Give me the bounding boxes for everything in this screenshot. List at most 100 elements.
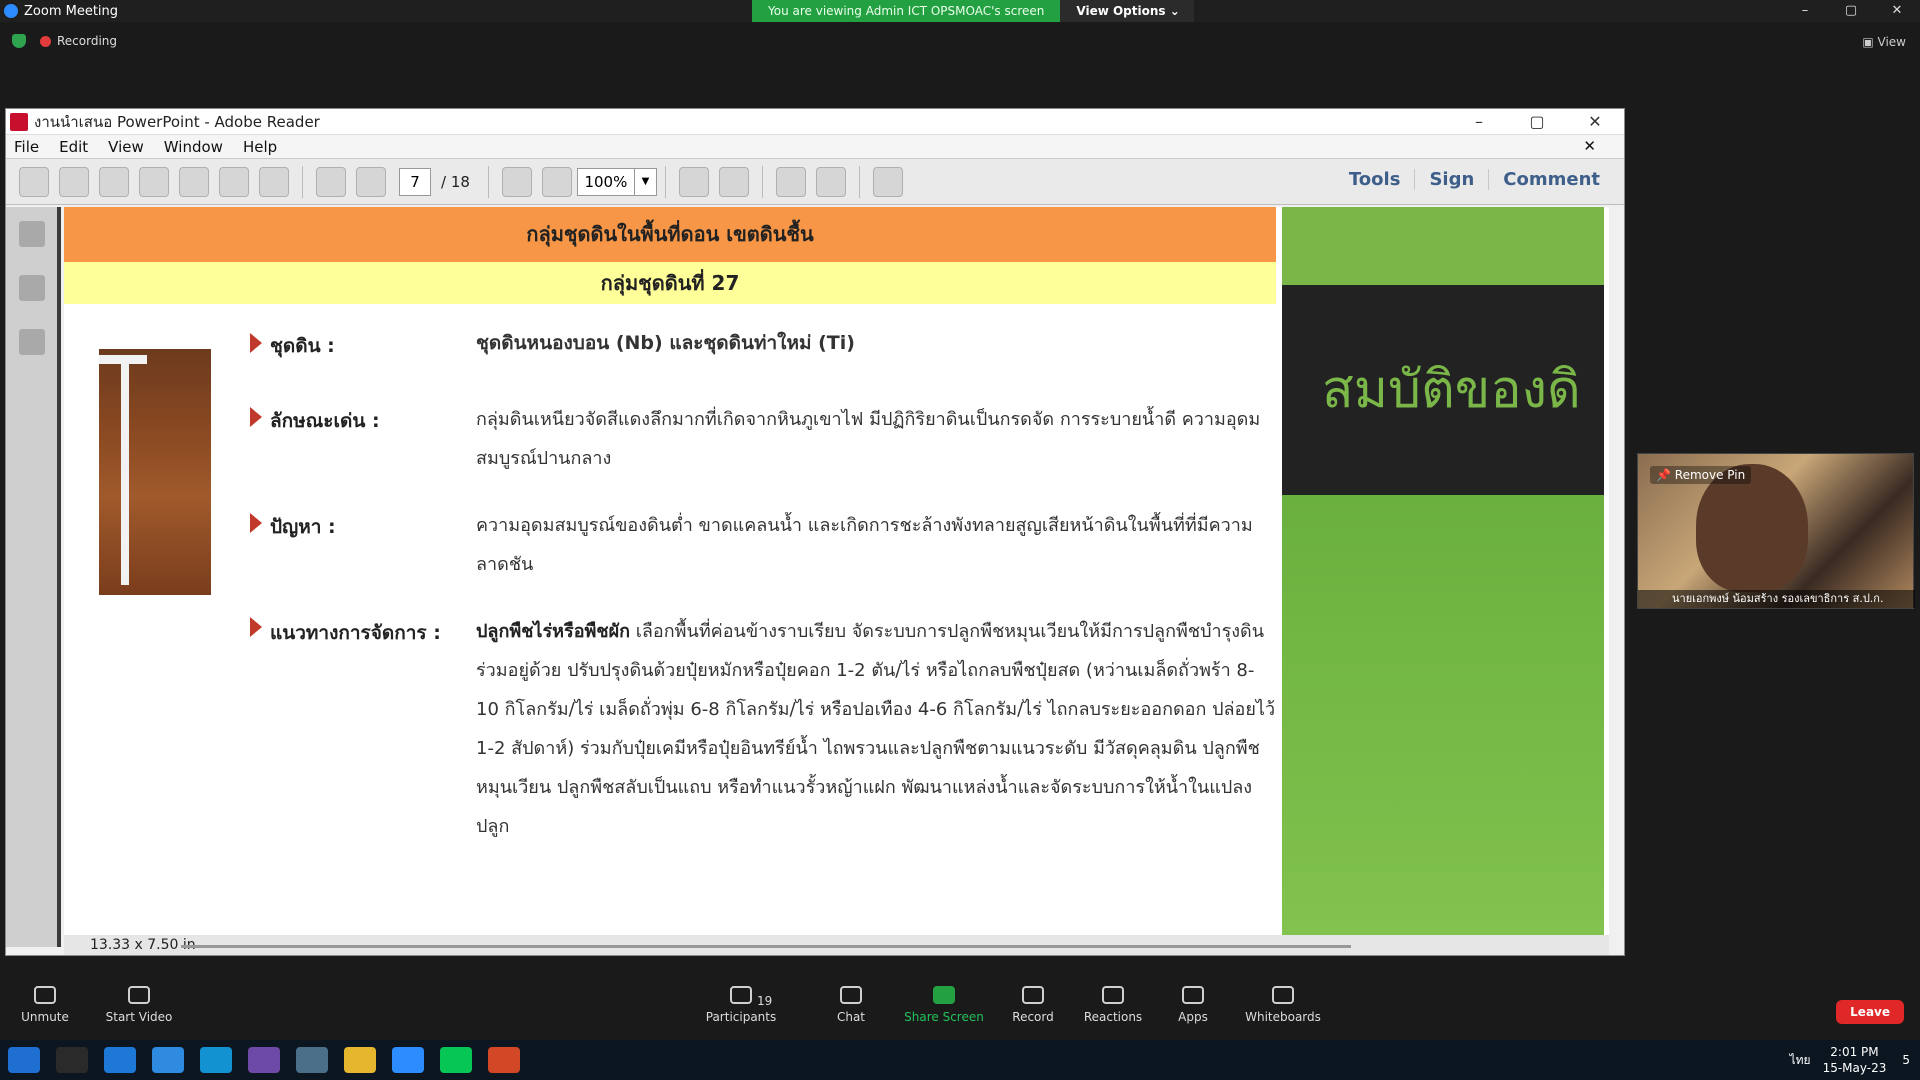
share-screen-button[interactable]: Share Screen [899,986,989,1024]
remove-pin-label: Remove Pin [1674,468,1746,482]
viewing-banner-text: You are viewing Admin ICT OPSMOAC's scre… [752,0,1061,22]
reader-restore-button[interactable]: ▢ [1508,112,1566,131]
zoom-meeting-controls: Unmute Start Video Participants Chat Sha… [0,980,1920,1040]
apps-button[interactable]: Apps [1148,986,1238,1024]
fit-width-icon[interactable] [678,166,709,197]
horizontal-scrollbar[interactable] [181,945,1351,948]
menu-file[interactable]: File [14,138,39,156]
reader-minimize-button[interactable]: – [1450,112,1508,131]
whiteboards-button[interactable]: Whiteboards [1238,986,1328,1024]
open-file-icon[interactable] [19,166,49,197]
document-view[interactable]: กลุ่มชุดดินในพื้นที่ดอน เขตดินชื้น กลุ่ม… [64,207,1609,935]
save-icon[interactable] [179,166,209,197]
attachment-icon[interactable] [18,329,45,355]
edge-icon[interactable] [200,1047,232,1073]
comment-icon[interactable] [775,166,806,197]
zoom-logo-icon [4,4,18,18]
zoom-in-icon[interactable] [541,166,572,197]
participant-video-tile[interactable]: 📌 Remove Pin นายเอกพงษ์ น้อมสร้าง รองเลข… [1637,453,1915,609]
powerpoint-icon[interactable] [488,1047,520,1073]
snipping-icon[interactable] [248,1047,280,1073]
slide-header-yellow: กลุ่มชุดดินที่ 27 [64,262,1276,304]
close-button[interactable]: ✕ [1874,0,1920,22]
line-icon[interactable] [440,1047,472,1073]
page-thumbnails-icon[interactable] [18,221,45,247]
close-document-button[interactable]: ✕ [1583,137,1596,155]
reader-titlebar: งานนำเสนอ PowerPoint - Adobe Reader – ▢ … [6,109,1624,135]
minimize-button[interactable]: – [1782,0,1828,22]
bullet-arrow-icon [250,407,262,427]
previous-page-icon[interactable] [316,166,346,197]
unmute-button[interactable]: Unmute [0,986,90,1024]
chat-label: Chat [836,1010,866,1024]
security-shield-icon[interactable] [12,34,26,48]
soil-profile-image [99,349,211,595]
input-language[interactable]: ไทย [1790,1051,1811,1070]
participants-label: Participants [705,1010,777,1024]
record-button[interactable]: Record [988,986,1078,1024]
highlight-icon[interactable] [815,166,846,197]
comment-tab[interactable]: Comment [1488,169,1614,190]
calendar-icon[interactable] [152,1047,184,1073]
menu-window[interactable]: Window [164,138,223,156]
calculator-icon[interactable] [296,1047,328,1073]
mail-icon[interactable] [104,1047,136,1073]
chat-icon [840,986,862,1004]
task-view-icon[interactable] [56,1047,88,1073]
toolbar-panes: Tools Sign Comment [1335,169,1614,190]
leave-button[interactable]: Leave [1836,1000,1904,1024]
bookmark-icon[interactable] [18,275,45,301]
clock[interactable]: 2:01 PM 15-May-23 [1823,1044,1887,1076]
menu-edit[interactable]: Edit [59,138,88,156]
chat-button[interactable]: Chat [806,986,896,1024]
whiteboard-icon [1272,986,1294,1004]
create-pdf-icon[interactable] [59,166,89,197]
zoom-out-icon[interactable] [501,166,532,197]
upload-cloud-icon[interactable] [139,166,169,197]
print-icon[interactable] [219,166,249,197]
row-value: ชุดดินหนองบอน (Nb) และชุดดินท่าใหม่ (Ti) [476,332,855,354]
menu-view[interactable]: View [108,138,144,156]
email-icon[interactable] [259,166,289,197]
edit-pdf-icon[interactable] [99,166,129,197]
zoom-level-input[interactable]: 100% [576,167,635,196]
tools-tab[interactable]: Tools [1335,169,1415,190]
menu-help[interactable]: Help [243,138,277,156]
zoom-taskbar-icon[interactable] [392,1047,424,1073]
bullet-arrow-icon [250,513,262,533]
next-page-icon[interactable] [356,166,386,197]
start-video-button[interactable]: Start Video [94,986,184,1024]
windows-taskbar: ไทย 2:01 PM 15-May-23 5 [0,1040,1920,1080]
page-number-input[interactable]: 7 [399,167,431,196]
reactions-label: Reactions [1083,1010,1143,1024]
row-value: ความอุดมสมบูรณ์ของดินต่ำ ขาดแคลนน้ำ และเ… [476,515,1253,575]
apps-icon [1182,986,1204,1004]
reader-close-button[interactable]: ✕ [1566,112,1624,131]
view-button[interactable]: ▣ View [1862,35,1906,49]
view-label: View [1877,35,1906,49]
side-slide-title: สมบัติของดิ [1282,285,1604,495]
record-icon [1022,986,1044,1004]
toolbar-separator [858,165,860,198]
file-explorer-icon[interactable] [344,1047,376,1073]
share-screen-icon [933,986,955,1004]
view-options-button[interactable]: View Options ⌄ [1060,0,1194,22]
bullet-arrow-icon [250,617,262,637]
bullet-arrow-icon [250,333,262,353]
measuring-stick [121,355,129,585]
zoom-dropdown-icon[interactable]: ▼ [634,167,657,196]
fit-page-icon[interactable] [718,166,749,197]
toolbar-separator [302,165,303,198]
notification-count[interactable]: 5 [1902,1053,1910,1067]
microphone-muted-icon [34,986,56,1004]
slide-header-orange: กลุ่มชุดดินในพื้นที่ดอน เขตดินชื้น [64,207,1276,262]
full-screen-icon[interactable] [872,166,903,197]
sign-tab[interactable]: Sign [1414,169,1488,190]
restore-button[interactable]: ▢ [1828,0,1874,22]
participants-button[interactable]: Participants [696,986,786,1024]
reactions-button[interactable]: Reactions [1068,986,1158,1024]
zoom-window-controls: – ▢ ✕ [1782,0,1920,22]
remove-pin-button[interactable]: 📌 Remove Pin [1650,466,1752,484]
row-value-bold: ปลูกพืชไร่หรือพืชผัก [476,621,631,642]
windows-start-icon[interactable] [8,1047,40,1073]
